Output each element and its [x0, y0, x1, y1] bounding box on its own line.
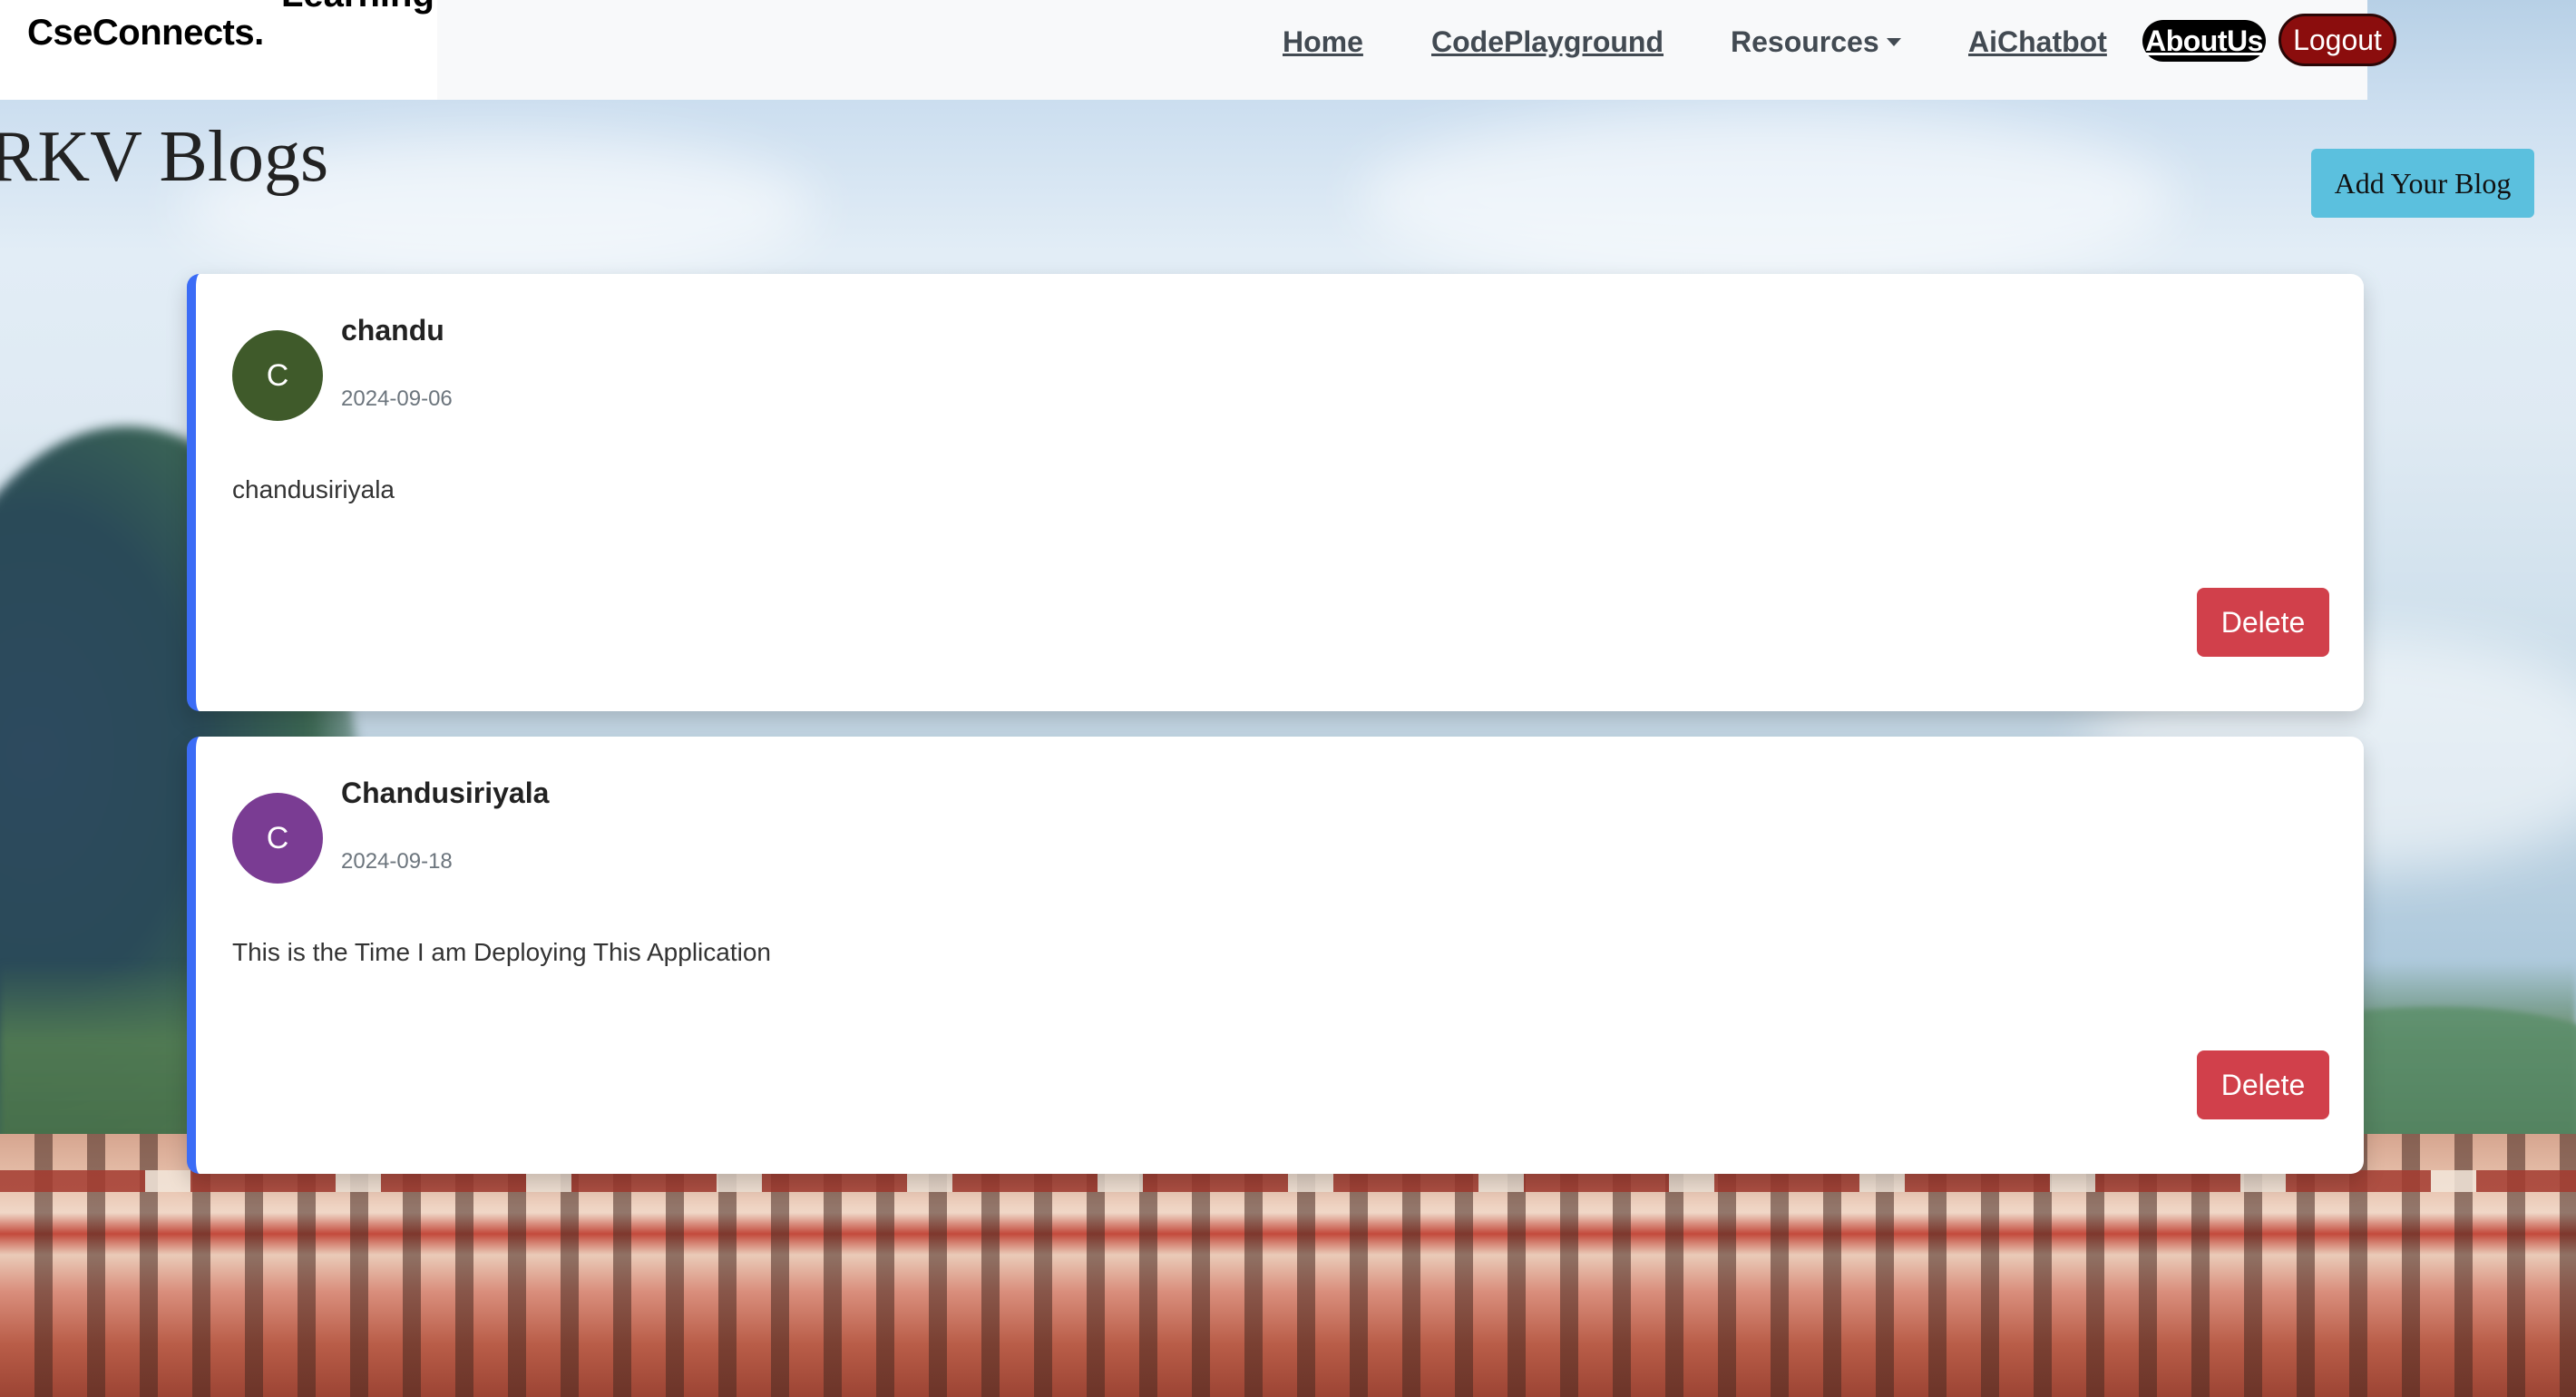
blog-date: 2024-09-06	[341, 386, 453, 411]
blog-date: 2024-09-18	[341, 849, 453, 874]
navbar: Learning CseConnects. Home CodePlaygroun…	[0, 0, 2396, 100]
nav-resources-label: Resources	[1731, 25, 1879, 58]
nav-resources-dropdown[interactable]: Resources	[1731, 25, 1901, 59]
brand-box: Learning CseConnects.	[0, 0, 437, 100]
avatar: C	[232, 330, 323, 421]
delete-button[interactable]: Delete	[2197, 1050, 2329, 1119]
blog-content: chandusiriyala	[232, 475, 395, 503]
blog-content: This is the Time I am Deploying This App…	[232, 938, 771, 966]
add-blog-button[interactable]: Add Your Blog	[2311, 149, 2534, 218]
avatar: C	[232, 793, 323, 884]
blog-card: C Chandusiriyala 2024-09-18 This is the …	[187, 737, 2364, 1174]
nav-home-link[interactable]: Home	[1283, 25, 1363, 59]
nav-codeplayground-link[interactable]: CodePlayground	[1431, 25, 1664, 59]
cloud	[1361, 109, 2177, 290]
blog-author: Chandusiriyala	[341, 777, 550, 809]
page-title: RKV Blogs	[0, 117, 329, 197]
logout-button[interactable]: Logout	[2278, 14, 2396, 66]
brand-logo[interactable]: CseConnects.	[27, 13, 264, 54]
brand-subtitle: Learning	[281, 0, 434, 15]
delete-button[interactable]: Delete	[2197, 588, 2329, 657]
blog-author: chandu	[341, 314, 444, 347]
about-us-button[interactable]: AboutUs	[2142, 20, 2266, 62]
nav-aichatbot-link[interactable]: AiChatbot	[1968, 25, 2107, 59]
caret-down-icon	[1886, 38, 1901, 46]
blog-card: C chandu 2024-09-06 chandusiriyala Delet…	[187, 274, 2364, 711]
